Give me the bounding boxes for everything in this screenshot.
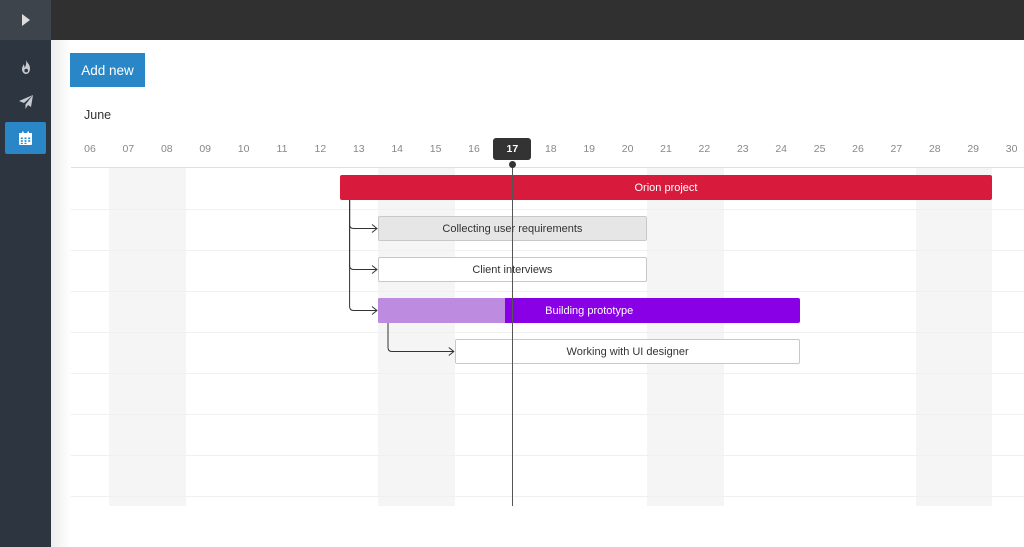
month-label: June bbox=[84, 108, 112, 122]
sidebar-item-send[interactable] bbox=[5, 86, 46, 118]
day-label: 07 bbox=[122, 143, 135, 155]
day-label: 30 bbox=[1005, 143, 1018, 155]
day-label: 10 bbox=[237, 143, 250, 155]
dependency-arrowhead bbox=[371, 224, 378, 233]
day-label: 20 bbox=[621, 143, 634, 155]
sidebar-item-fire[interactable] bbox=[5, 51, 46, 83]
add-new-button[interactable]: Add new bbox=[70, 53, 145, 87]
sidebar-item-calendar[interactable] bbox=[5, 122, 46, 154]
day-label: 24 bbox=[775, 143, 788, 155]
dependency-connector bbox=[349, 200, 377, 270]
day-label: 29 bbox=[967, 143, 980, 155]
top-bar bbox=[51, 0, 1024, 40]
play-icon bbox=[21, 14, 30, 26]
day-label: 22 bbox=[698, 143, 711, 155]
row-divider bbox=[71, 250, 1024, 251]
today-marker-dot bbox=[508, 161, 516, 168]
row-divider bbox=[71, 414, 1024, 415]
day-label: 06 bbox=[84, 143, 96, 155]
sidebar-toggle-button[interactable] bbox=[0, 0, 51, 40]
task-label: Collecting user requirements bbox=[442, 222, 583, 235]
task-label: Building prototype bbox=[545, 304, 634, 317]
day-label-today: 17 bbox=[493, 138, 532, 160]
paper-plane-icon bbox=[18, 95, 33, 109]
calendar-icon bbox=[19, 131, 32, 145]
task-progress-fill bbox=[378, 298, 505, 323]
dependency-arrowhead bbox=[371, 265, 378, 274]
row-divider bbox=[71, 209, 1024, 210]
dependency-connector bbox=[349, 200, 377, 311]
day-label: 26 bbox=[852, 143, 864, 155]
row-divider bbox=[71, 332, 1024, 333]
fire-icon bbox=[21, 60, 30, 74]
day-label: 09 bbox=[199, 143, 212, 155]
content-shadow bbox=[51, 40, 71, 547]
task-bar[interactable]: Building prototype bbox=[378, 298, 801, 323]
task-bar[interactable]: Orion project bbox=[339, 175, 993, 200]
today-marker-line bbox=[511, 164, 513, 506]
day-label: 11 bbox=[276, 143, 288, 155]
header-divider bbox=[71, 167, 1024, 168]
dependency-arrowhead bbox=[371, 306, 378, 315]
day-label: 27 bbox=[890, 143, 903, 155]
day-label: 28 bbox=[928, 143, 941, 155]
day-label: 25 bbox=[813, 143, 826, 155]
row-divider bbox=[71, 496, 1024, 497]
day-label: 12 bbox=[314, 143, 327, 155]
day-label: 14 bbox=[391, 143, 404, 155]
day-label: 21 bbox=[660, 143, 672, 155]
day-label: 19 bbox=[583, 143, 596, 155]
task-label: Orion project bbox=[634, 181, 698, 194]
day-label: 13 bbox=[352, 143, 365, 155]
row-divider bbox=[71, 291, 1024, 292]
day-label: 15 bbox=[429, 143, 442, 155]
row-divider bbox=[71, 455, 1024, 456]
task-bar[interactable]: Working with UI designer bbox=[454, 339, 801, 364]
task-label: Working with UI designer bbox=[566, 345, 689, 358]
row-divider bbox=[71, 373, 1024, 374]
dependency-connector bbox=[349, 200, 377, 229]
day-label: 16 bbox=[468, 143, 480, 155]
day-label: 18 bbox=[544, 143, 557, 155]
sidebar bbox=[0, 0, 51, 547]
task-label: Client interviews bbox=[472, 263, 553, 276]
gantt-chart: 06 07 08 09 10 11 12 13 14 15 16 17 18 19 20 21 22 23 24 25… bbox=[71, 136, 1024, 506]
day-label: 23 bbox=[736, 143, 749, 155]
day-label: 08 bbox=[160, 143, 173, 155]
